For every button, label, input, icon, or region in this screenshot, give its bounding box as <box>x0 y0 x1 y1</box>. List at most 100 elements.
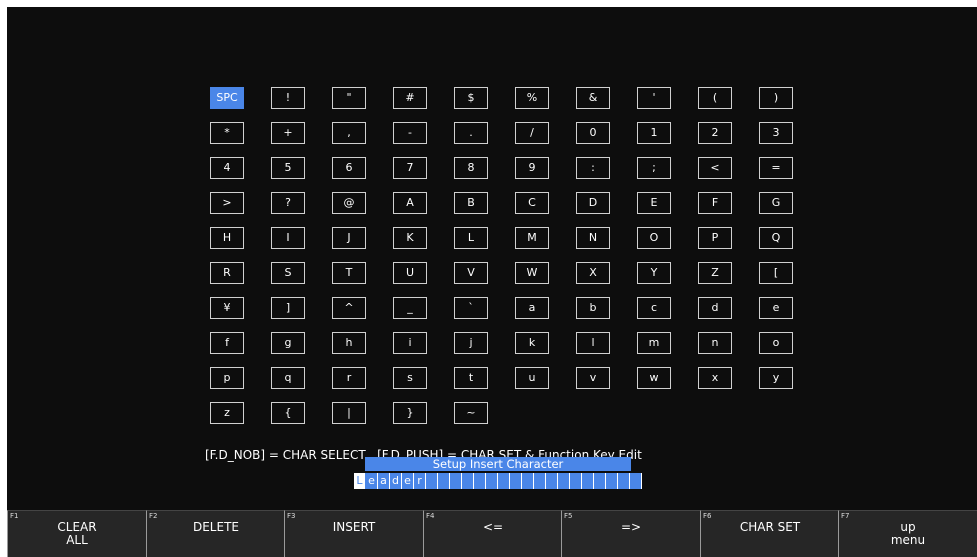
char-key[interactable]: * <box>210 122 244 144</box>
char-key[interactable]: $ <box>454 87 488 109</box>
char-key[interactable]: k <box>515 332 549 354</box>
char-key[interactable]: x <box>698 367 732 389</box>
char-key[interactable]: ~ <box>454 402 488 424</box>
char-key[interactable]: > <box>210 192 244 214</box>
char-key[interactable]: . <box>454 122 488 144</box>
char-key[interactable]: ; <box>637 157 671 179</box>
char-key[interactable]: 3 <box>759 122 793 144</box>
char-key[interactable]: } <box>393 402 427 424</box>
char-key[interactable]: + <box>271 122 305 144</box>
char-key[interactable]: s <box>393 367 427 389</box>
char-key[interactable]: O <box>637 227 671 249</box>
char-key[interactable]: v <box>576 367 610 389</box>
char-key[interactable]: - <box>393 122 427 144</box>
char-key[interactable]: < <box>698 157 732 179</box>
char-key[interactable]: I <box>271 227 305 249</box>
function-key-f4[interactable]: F4 <= <box>423 510 562 557</box>
char-key[interactable]: n <box>698 332 732 354</box>
function-key-f1[interactable]: F1 CLEAR ALL <box>7 510 146 557</box>
char-key[interactable]: o <box>759 332 793 354</box>
char-key[interactable]: | <box>332 402 366 424</box>
char-key[interactable]: G <box>759 192 793 214</box>
char-key[interactable]: l <box>576 332 610 354</box>
character-input-field[interactable]: Leader <box>354 473 642 489</box>
char-key[interactable]: _ <box>393 297 427 319</box>
char-key[interactable]: H <box>210 227 244 249</box>
char-key[interactable]: r <box>332 367 366 389</box>
char-key[interactable]: 4 <box>210 157 244 179</box>
char-key[interactable]: p <box>210 367 244 389</box>
char-key[interactable]: 0 <box>576 122 610 144</box>
char-key[interactable]: N <box>576 227 610 249</box>
char-key[interactable]: J <box>332 227 366 249</box>
char-key[interactable]: W <box>515 262 549 284</box>
char-key[interactable]: A <box>393 192 427 214</box>
function-key-f3[interactable]: F3 INSERT <box>284 510 423 557</box>
char-key[interactable]: 2 <box>698 122 732 144</box>
char-key[interactable]: 5 <box>271 157 305 179</box>
char-key[interactable]: t <box>454 367 488 389</box>
char-key[interactable]: X <box>576 262 610 284</box>
function-key-f5[interactable]: F5 => <box>561 510 700 557</box>
char-key[interactable]: ? <box>271 192 305 214</box>
char-key[interactable]: V <box>454 262 488 284</box>
char-key[interactable]: S <box>271 262 305 284</box>
char-key[interactable]: a <box>515 297 549 319</box>
char-key[interactable]: z <box>210 402 244 424</box>
char-key[interactable]: R <box>210 262 244 284</box>
char-key[interactable]: ^ <box>332 297 366 319</box>
char-key[interactable]: P <box>698 227 732 249</box>
char-key[interactable]: ' <box>637 87 671 109</box>
function-key-f7[interactable]: F7 up menu <box>838 510 977 557</box>
char-key[interactable]: d <box>698 297 732 319</box>
char-key[interactable]: & <box>576 87 610 109</box>
char-key[interactable]: T <box>332 262 366 284</box>
char-key[interactable]: 7 <box>393 157 427 179</box>
char-key[interactable]: ! <box>271 87 305 109</box>
char-key[interactable]: ¥ <box>210 297 244 319</box>
char-key[interactable]: i <box>393 332 427 354</box>
char-key[interactable]: e <box>759 297 793 319</box>
char-key[interactable]: M <box>515 227 549 249</box>
char-key[interactable]: w <box>637 367 671 389</box>
char-key[interactable]: ) <box>759 87 793 109</box>
char-key[interactable]: [ <box>759 262 793 284</box>
char-key[interactable]: B <box>454 192 488 214</box>
char-key[interactable]: g <box>271 332 305 354</box>
char-key[interactable]: Q <box>759 227 793 249</box>
char-key[interactable]: SPC <box>210 87 244 109</box>
function-key-f6[interactable]: F6 CHAR SET <box>700 510 839 557</box>
function-key-f2[interactable]: F2 DELETE <box>146 510 285 557</box>
char-key[interactable]: 8 <box>454 157 488 179</box>
char-key[interactable]: # <box>393 87 427 109</box>
char-key[interactable]: " <box>332 87 366 109</box>
char-key[interactable]: f <box>210 332 244 354</box>
char-key[interactable]: L <box>454 227 488 249</box>
char-key[interactable]: h <box>332 332 366 354</box>
char-key[interactable]: Z <box>698 262 732 284</box>
char-key[interactable]: 9 <box>515 157 549 179</box>
char-key[interactable]: j <box>454 332 488 354</box>
char-key[interactable]: { <box>271 402 305 424</box>
char-key[interactable]: @ <box>332 192 366 214</box>
char-key[interactable]: q <box>271 367 305 389</box>
char-key[interactable]: : <box>576 157 610 179</box>
char-key[interactable]: U <box>393 262 427 284</box>
char-key[interactable]: % <box>515 87 549 109</box>
char-key[interactable]: y <box>759 367 793 389</box>
char-key[interactable]: ` <box>454 297 488 319</box>
char-key[interactable]: ] <box>271 297 305 319</box>
char-key[interactable]: c <box>637 297 671 319</box>
char-key[interactable]: D <box>576 192 610 214</box>
char-key[interactable]: 1 <box>637 122 671 144</box>
char-key[interactable]: b <box>576 297 610 319</box>
char-key[interactable]: , <box>332 122 366 144</box>
char-key[interactable]: 6 <box>332 157 366 179</box>
char-key[interactable]: ( <box>698 87 732 109</box>
char-key[interactable]: u <box>515 367 549 389</box>
char-key[interactable]: C <box>515 192 549 214</box>
char-key[interactable]: F <box>698 192 732 214</box>
char-key[interactable]: = <box>759 157 793 179</box>
char-key[interactable]: / <box>515 122 549 144</box>
char-key[interactable]: E <box>637 192 671 214</box>
